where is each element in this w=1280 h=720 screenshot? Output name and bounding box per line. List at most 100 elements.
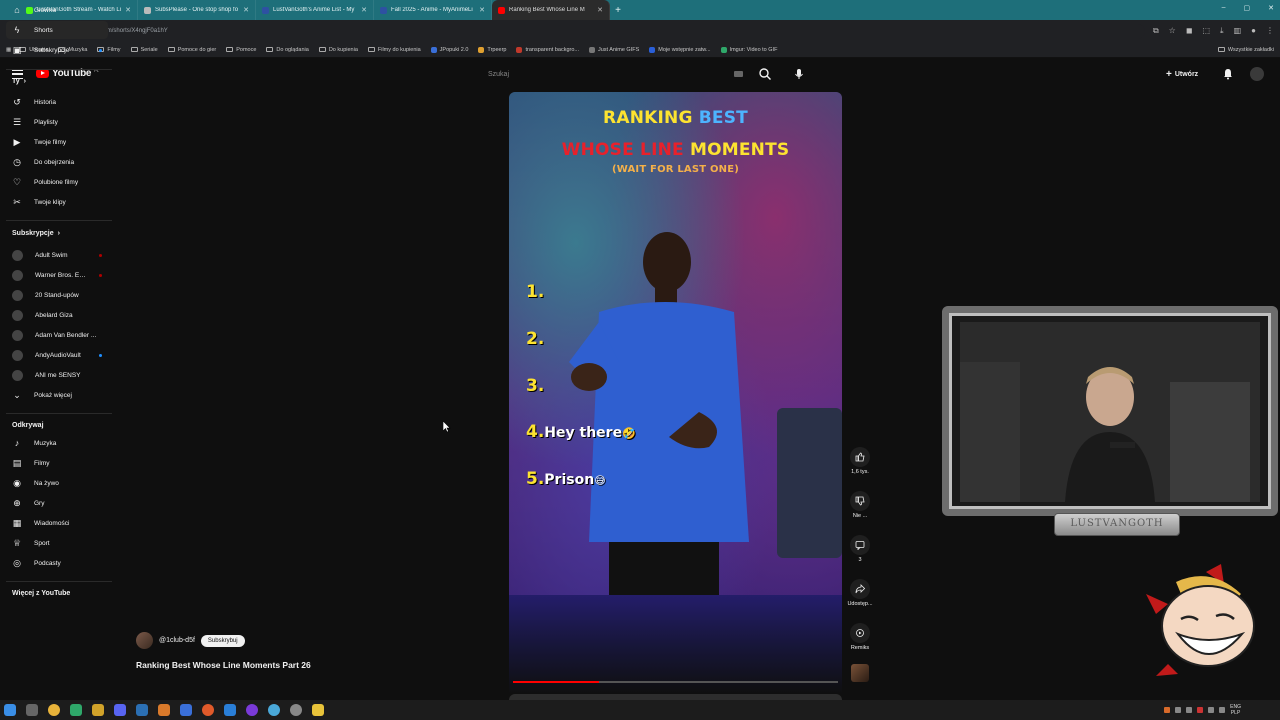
sidebar-item[interactable]: ▣ Subskrypcje xyxy=(6,41,108,59)
all-bookmarks[interactable]: Wszystkie zakładki xyxy=(1217,47,1274,53)
close-tab-icon[interactable]: ✕ xyxy=(125,6,131,14)
sidebar-section-subscriptions[interactable]: Subskrypcje › xyxy=(12,230,60,237)
profile-icon[interactable]: ● xyxy=(1251,26,1256,36)
search-taskbar-icon[interactable] xyxy=(26,704,38,716)
sidebar-section-you[interactable]: Ty › xyxy=(12,78,26,85)
minimize-button[interactable]: – xyxy=(1222,4,1226,12)
bookmark-item[interactable]: Pomoce do gier xyxy=(167,47,216,53)
share-button[interactable]: Udostęp... xyxy=(845,579,875,607)
volume-icon[interactable] xyxy=(1219,707,1226,713)
menu-icon[interactable]: ⋮ xyxy=(1266,26,1274,36)
tray-icon-4[interactable] xyxy=(1197,707,1204,713)
bookmark-item[interactable]: Pomoce xyxy=(226,47,256,53)
video-progress-bar[interactable] xyxy=(513,681,838,683)
sidebar-item[interactable]: ▤ Filmy xyxy=(6,454,108,472)
sidebar-item[interactable]: ◷ Do obejrzenia xyxy=(6,153,108,171)
new-tab-button[interactable]: + xyxy=(610,5,626,16)
sidebar-item[interactable]: ♕ Sport xyxy=(6,534,108,552)
puzzle-icon[interactable]: ⬚ xyxy=(1202,26,1210,36)
account-avatar[interactable] xyxy=(1250,67,1264,81)
app-taskbar-icon[interactable] xyxy=(70,704,82,716)
sidebar-item[interactable]: ▶ Twoje filmy xyxy=(6,133,108,151)
bookmark-item[interactable]: transparent backgro... xyxy=(516,46,579,53)
sidebar-item[interactable]: ☰ Playlisty xyxy=(6,113,108,131)
sidebar-item[interactable]: ⌂ Główna xyxy=(6,1,108,19)
like-button[interactable]: 1,6 tys. xyxy=(845,447,875,475)
explorer-taskbar-icon[interactable] xyxy=(312,704,324,716)
bookmark-item[interactable]: Imgur: Video to GIF xyxy=(720,46,777,53)
bookmark-item[interactable]: Moje wstępnie zatw... xyxy=(649,46,711,53)
tray-icon-3[interactable] xyxy=(1186,707,1193,713)
tray-icon-2[interactable] xyxy=(1175,707,1182,713)
sidebar-item[interactable]: ✂ Twoje klipy xyxy=(6,193,108,211)
app6-taskbar-icon[interactable] xyxy=(246,704,258,716)
cast-icon[interactable]: ⧉ xyxy=(1153,26,1159,36)
sidebar-channel-item[interactable]: 20 Stand-upów xyxy=(6,286,108,304)
close-tab-icon[interactable]: ✕ xyxy=(597,6,603,14)
short-title[interactable]: Ranking Best Whose Line Moments Part 26 xyxy=(136,660,311,670)
sidebar-item[interactable]: ◎ Podcasty xyxy=(6,554,108,572)
omnibox[interactable]: ⚙ youtube.com/shorts/X4ngjF0a1hY xyxy=(60,23,1145,39)
app3-taskbar-icon[interactable] xyxy=(136,704,148,716)
steam-taskbar-icon[interactable] xyxy=(224,704,236,716)
dislike-button[interactable]: Nie ... xyxy=(845,491,875,519)
start-menu-icon[interactable] xyxy=(4,704,16,716)
bookmark-item[interactable]: JPopuki 2.0 xyxy=(430,46,468,53)
sidebar-item[interactable]: ◉ Na żywo xyxy=(6,474,108,492)
close-tab-icon[interactable]: ✕ xyxy=(361,6,367,14)
network-icon[interactable] xyxy=(1208,707,1215,713)
maximize-button[interactable]: ▢ xyxy=(1244,4,1251,12)
close-tab-icon[interactable]: ✕ xyxy=(479,6,485,14)
sidebar-item[interactable]: ♪ Muzyka xyxy=(6,434,108,452)
sidebar-channel-item[interactable]: AndyAudioVault xyxy=(6,346,108,364)
bookmark-item[interactable]: Trpeerp xyxy=(478,46,506,53)
vlc-taskbar-icon[interactable] xyxy=(158,704,170,716)
bookmark-item[interactable]: Filmy do kupienia xyxy=(367,47,421,53)
remix-button[interactable]: Remiks xyxy=(845,623,875,651)
show-more-button[interactable]: ⌄ Pokaż więcej xyxy=(6,386,108,404)
language-indicator[interactable]: ENG PLP xyxy=(1230,704,1241,716)
bookmark-item[interactable]: Do oglądania xyxy=(266,47,309,53)
download-icon[interactable]: ⤓ xyxy=(1220,26,1224,36)
channel-avatar[interactable] xyxy=(136,632,153,649)
search-icon[interactable] xyxy=(758,67,772,81)
browser-tab[interactable]: LustVanGoth's Anime List - My ✕ xyxy=(256,0,374,20)
sidepanel-icon[interactable]: ▥ xyxy=(1234,26,1242,36)
obs-taskbar-icon[interactable] xyxy=(290,704,302,716)
sidebar-item[interactable]: ↺ Historia xyxy=(6,93,108,111)
discord-taskbar-icon[interactable] xyxy=(114,704,126,716)
chrome-taskbar-icon[interactable] xyxy=(48,704,60,716)
close-tab-icon[interactable]: ✕ xyxy=(243,6,249,14)
sidebar-channel-item[interactable]: ANI me SENSY xyxy=(6,366,108,384)
bookmark-item[interactable]: Just Anime GIFS xyxy=(589,46,639,53)
create-button[interactable]: + Utwórz xyxy=(1166,67,1198,81)
search-input[interactable]: Szukaj xyxy=(482,66,752,83)
subscribe-button[interactable]: Subskrybuj xyxy=(200,634,245,647)
sidebar-item[interactable]: ▦ Wiadomości xyxy=(6,514,108,532)
mic-icon[interactable] xyxy=(792,67,806,81)
sidebar-channel-item[interactable]: Adam Van Bendler ... xyxy=(6,326,108,344)
sidebar-item[interactable]: ϟ Shorts xyxy=(6,21,108,39)
app5-taskbar-icon[interactable] xyxy=(202,704,214,716)
sidebar-item[interactable]: ♡ Polubione filmy xyxy=(6,173,108,191)
sidebar-item[interactable]: ⊕ Gry xyxy=(6,494,108,512)
channel-name[interactable]: @1club-d5f xyxy=(159,637,195,644)
browser-tab[interactable]: Ranking Best Whose Line M ✕ xyxy=(492,0,610,20)
sidebar-channel-item[interactable]: Warner Bros. Ent... xyxy=(6,266,108,284)
browser-tab[interactable]: Fall 2025 - Anime - MyAnimeLi ✕ xyxy=(374,0,492,20)
app2-taskbar-icon[interactable] xyxy=(92,704,104,716)
sidebar-channel-item[interactable]: Adult Swim xyxy=(6,246,108,264)
comments-button[interactable]: 3 xyxy=(845,535,875,563)
keyboard-icon[interactable] xyxy=(734,71,743,77)
bookmark-star-icon[interactable]: ☆ xyxy=(1169,26,1176,36)
extension-icon[interactable]: ◼ xyxy=(1186,26,1193,36)
sidebar-channel-item[interactable]: Abelard Giza xyxy=(6,306,108,324)
notifications-bell-icon[interactable] xyxy=(1222,68,1234,80)
sound-thumbnail[interactable] xyxy=(851,664,869,682)
close-window-button[interactable]: ✕ xyxy=(1268,4,1274,12)
app4-taskbar-icon[interactable] xyxy=(180,704,192,716)
bookmark-item[interactable]: Do kupienia xyxy=(318,47,358,53)
app7-taskbar-icon[interactable] xyxy=(268,704,280,716)
shorts-player[interactable]: RANKING BEST WHOSE LINE MOMENTS (WAIT FO… xyxy=(509,92,842,694)
browser-tab[interactable]: SubsPlease - One stop shop fo ✕ xyxy=(138,0,256,20)
